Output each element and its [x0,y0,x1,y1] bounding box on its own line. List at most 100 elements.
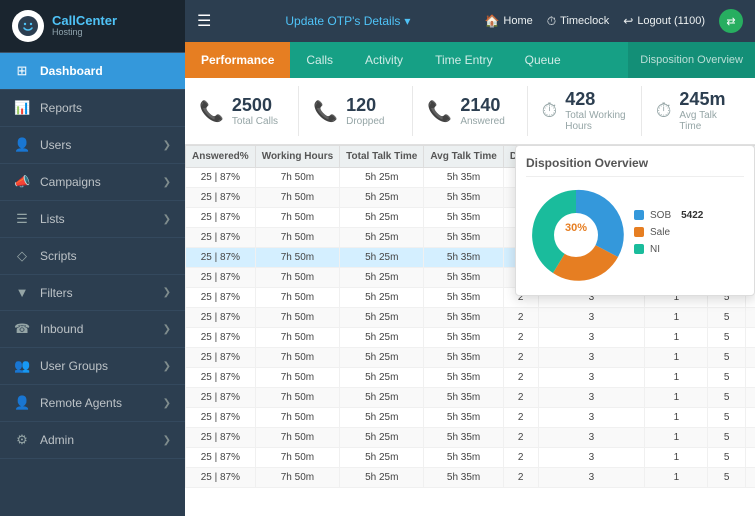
update-otp-link[interactable]: Update OTP's Details ▾ [285,14,410,28]
table-cell: 5h 35m [424,168,504,188]
table-cell: 5h 35m [424,408,504,428]
sidebar-item-admin[interactable]: ⚙ Admin ❯ [0,422,185,459]
sidebar-item-user-groups[interactable]: 👥 User Groups ❯ [0,348,185,385]
sidebar-item-left: ☰ Lists [14,211,65,227]
chevron-icon: ❯ [163,177,171,188]
sidebar-item-left: 👥 User Groups [14,358,108,374]
table-cell: 5h 25m [340,208,424,228]
table-row[interactable]: 25 | 87%7h 50m5h 25m5h 35m23153 [186,388,755,408]
sidebar-item-lists[interactable]: ☰ Lists ❯ [0,201,185,238]
sidebar-item-scripts[interactable]: ◇ Scripts [0,238,185,275]
sidebar-item-users[interactable]: 👤 Users ❯ [0,127,185,164]
table-header: Working Hours [255,146,339,168]
table-row[interactable]: 25 | 87%7h 50m5h 25m5h 35m23153 [186,408,755,428]
chevron-icon: ❯ [163,324,171,335]
table-row[interactable]: 25 | 87%7h 50m5h 25m5h 35m231535821 [186,468,755,488]
table-header: Avg Talk Time [424,146,504,168]
table-cell: 3 [745,348,755,368]
table-cell: 5h 35m [424,248,504,268]
ni-dot [634,244,644,254]
table-cell: 3 [745,308,755,328]
hamburger-icon[interactable]: ☰ [197,11,211,31]
share-button[interactable]: ⇄ [719,9,743,33]
sidebar-item-remote-agents[interactable]: 👤 Remote Agents ❯ [0,385,185,422]
tabbar: PerformanceCallsActivityTime EntryQueueD… [185,42,755,78]
table-cell: 7h 50m [255,348,339,368]
stat-label-answered: Answered [460,116,504,127]
table-cell: 25 | 87% [186,348,256,368]
lists-icon: ☰ [14,211,30,227]
table-cell: 7h 50m [255,388,339,408]
logout-button[interactable]: ↩ Logout (1100) [623,14,705,28]
sidebar-item-filters[interactable]: ▼ Filters ❯ [0,275,185,311]
table-cell: 5h 25m [340,468,424,488]
table-cell: 7h 50m [255,408,339,428]
table-cell: 2 [503,388,538,408]
table-cell: 5 [708,328,745,348]
home-button[interactable]: 🏠 Home [484,14,532,28]
stats-row: 📞 2500 Total Calls 📞 120 Dropped 📞 2140 … [185,78,755,145]
legend-sale: Sale [634,227,744,238]
table-cell: 5 [708,348,745,368]
chevron-icon: ❯ [163,140,171,151]
stat-dropped: 📞 120 Dropped [299,86,413,136]
stat-value-dropped: 120 [346,96,384,114]
sidebar-label-admin: Admin [40,433,74,447]
sidebar-label-dashboard: Dashboard [40,64,103,78]
table-cell: 3 [538,408,645,428]
table-cell: 1 [645,468,708,488]
stat-value-total-working-hours: 428 [565,90,627,108]
table-row[interactable]: 25 | 87%7h 50m5h 25m5h 35m23153 [186,328,755,348]
sidebar-item-reports[interactable]: 📊 Reports [0,90,185,127]
table-cell: 5h 35m [424,208,504,228]
table-cell: 3 [538,348,645,368]
stat-avg-talk-time: ⏱ 245m Avg Talk Time [642,86,755,136]
timeclock-button[interactable]: ⏱ Timeclock [547,14,609,29]
avg-talk-time-icon: ⏱ [656,100,672,123]
sidebar-item-left: ◇ Scripts [14,248,77,264]
clock-icon: ⏱ [547,14,556,29]
stat-info-answered: 2140 Answered [460,96,504,127]
table-cell: 5h 25m [340,408,424,428]
table-cell: 7h 50m [255,248,339,268]
table-row[interactable]: 25 | 87%7h 50m5h 25m5h 35m231535821 [186,308,755,328]
topnav-center: Update OTP's Details ▾ [227,14,468,28]
table-cell: 5h 25m [340,448,424,468]
table-cell: 3 [745,468,755,488]
tab-activity[interactable]: Activity [349,42,419,78]
tab-performance[interactable]: Performance [185,42,290,78]
table-cell: 25 | 87% [186,228,256,248]
table-row[interactable]: 25 | 87%7h 50m5h 25m5h 35m23153 [186,448,755,468]
table-cell: 25 | 87% [186,248,256,268]
table-cell: 2 [503,308,538,328]
sidebar-item-campaigns[interactable]: 📣 Campaigns ❯ [0,164,185,201]
table-cell: 25 | 87% [186,328,256,348]
table-row[interactable]: 25 | 87%7h 50m5h 25m5h 35m231535821 [186,368,755,388]
tab-time-entry[interactable]: Time Entry [419,42,509,78]
pie-chart: 30% [526,185,626,285]
users-icon: 👤 [14,137,30,153]
table-cell: 25 | 87% [186,368,256,388]
sidebar-item-left: 👤 Remote Agents [14,395,122,411]
table-cell: 7h 50m [255,308,339,328]
table-cell: 5h 25m [340,368,424,388]
table-cell: 25 | 87% [186,408,256,428]
table-cell: 5h 25m [340,348,424,368]
dashboard-icon: ⊞ [14,63,30,79]
table-row[interactable]: 25 | 87%7h 50m5h 25m5h 35m231535821 [186,428,755,448]
sidebar-item-inbound[interactable]: ☎ Inbound ❯ [0,311,185,348]
table-cell: 3 [745,328,755,348]
table-row[interactable]: 25 | 87%7h 50m5h 25m5h 35m231535821 [186,348,755,368]
table-cell: 7h 50m [255,368,339,388]
table-cell: 2 [503,428,538,448]
tab-calls[interactable]: Calls [290,42,349,78]
sidebar-label-user-groups: User Groups [40,359,108,373]
table-cell: 5h 25m [340,388,424,408]
table-cell: 5h 35m [424,328,504,348]
pie-legend: SOB 5422 Sale NI [634,210,744,261]
tab-queue[interactable]: Queue [509,42,577,78]
sidebar-label-scripts: Scripts [40,249,77,263]
sidebar-menu: ⊞ Dashboard 📊 Reports 👤 Users ❯ 📣 Campai… [0,53,185,516]
table-cell: 1 [645,348,708,368]
sidebar-item-dashboard[interactable]: ⊞ Dashboard [0,53,185,90]
